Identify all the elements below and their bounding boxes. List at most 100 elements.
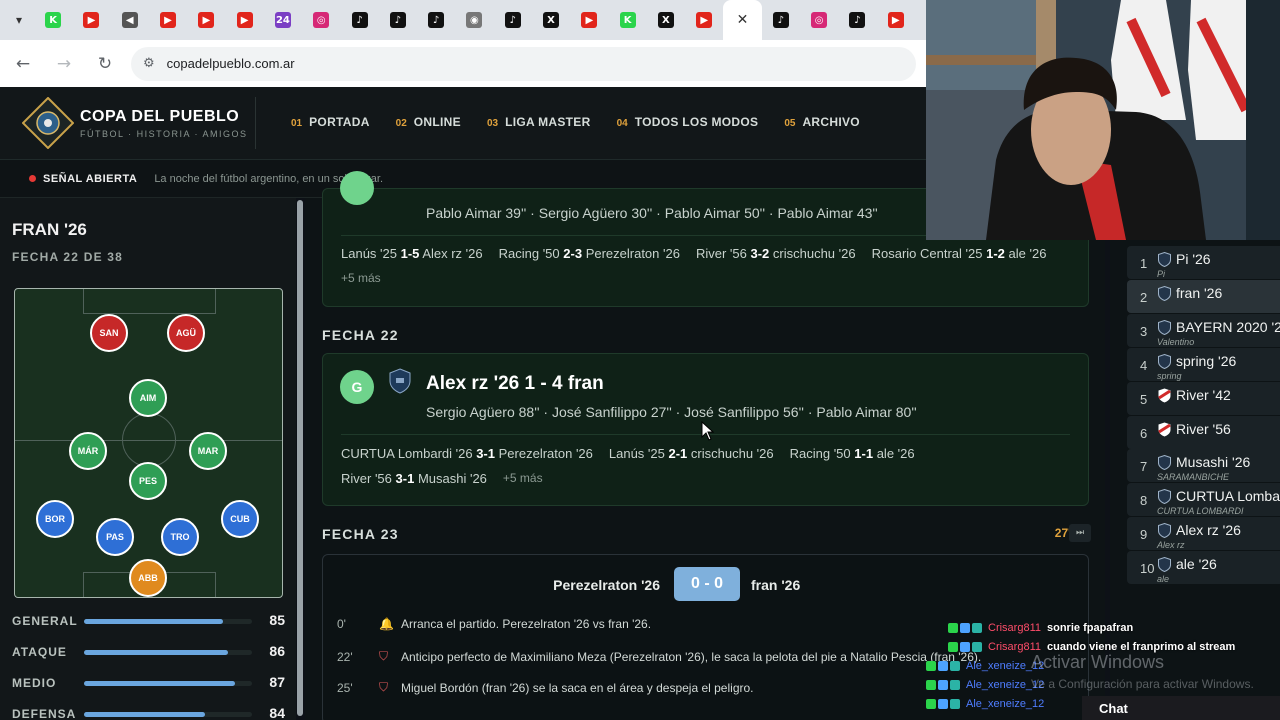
browser-tab[interactable]: ◀ [111, 0, 149, 40]
result-item[interactable]: Racing '50 2-3 Perezelraton '26 [499, 246, 680, 261]
browser-tab[interactable]: ✕ [723, 0, 762, 40]
standings-row[interactable]: 7 Musashi '26 SARAMANBICHE [1127, 449, 1280, 483]
player-token[interactable]: CUB [221, 500, 259, 538]
sub-badge-icon [960, 642, 970, 652]
player-token[interactable]: AIM [129, 379, 167, 417]
browser-tab[interactable]: ♪ [838, 0, 876, 40]
result-item[interactable]: River '56 3-1 Musashi '26 [341, 471, 487, 486]
nav-item-online[interactable]: 02 ONLINE [396, 115, 461, 129]
screen: ▾ K ▶ ◀ ▶ ▶ ▶ 24 ◎ ♪ ♪ ♪ ◉ ♪ X ▶ K X ▶ ✕ ♪ ◎ ♪ ▶ ← → ↻ ⚙ copad… [0, 0, 1280, 720]
result-score: 3-1 [395, 471, 415, 486]
chat-username[interactable]: Crisarg811 [988, 622, 1041, 634]
browser-tab[interactable]: ♪ [494, 0, 532, 40]
nav-item-liga-master[interactable]: 03 LIGA MASTER [487, 115, 591, 129]
result-item[interactable]: Racing '50 1-1 ale '26 [790, 446, 915, 461]
left-scrollbar[interactable] [297, 198, 303, 720]
forward-icon[interactable]: → [46, 46, 82, 82]
k-icon: K [619, 12, 636, 28]
brand-name[interactable]: COPA DEL PUEBLO [80, 108, 239, 126]
standings-row[interactable]: 8 CURTUA Lomba CURTUA LOMBARDI [1127, 483, 1280, 517]
browser-tab[interactable]: ▶ [72, 0, 110, 40]
tab-list: K ▶ ◀ ▶ ▶ ▶ 24 ◎ ♪ ♪ ♪ ◉ ♪ X ▶ K X ▶ ✕ ♪ ◎ ♪ ▶ [34, 0, 915, 40]
address-bar: ← → ↻ ⚙ copadelpueblo.com.ar [0, 40, 926, 87]
browser-tab[interactable]: ▶ [225, 0, 263, 40]
browser-tab[interactable]: ♪ [340, 0, 378, 40]
more-results-link[interactable]: +5 más [341, 271, 381, 285]
nav-item-label: ARCHIVO [802, 115, 860, 129]
standings-row[interactable]: 5 River '42 [1127, 381, 1280, 415]
live-score: 0 - 0 [674, 567, 740, 601]
nav-item-number: 04 [616, 118, 628, 129]
nav-item-label: LIGA MASTER [505, 115, 591, 129]
logo-icon[interactable] [22, 97, 74, 149]
team-shield-icon [1158, 319, 1171, 335]
event-text: Arranca el partido. Perezelraton '26 vs … [401, 617, 652, 631]
chat-username[interactable]: Ale_xeneize_12 [966, 698, 1044, 710]
x-icon: X [543, 12, 559, 28]
site-settings-icon[interactable]: ⚙ [143, 56, 155, 71]
result-item[interactable]: CURTUA Lombardi '26 3-1 Perezelraton '26 [341, 446, 593, 461]
live-home-team: Perezelraton '26 [553, 577, 660, 593]
browser-tab[interactable]: ♪ [417, 0, 455, 40]
skip-forward-button[interactable]: ⏭ [1069, 524, 1091, 542]
nav-item-archivo[interactable]: 05 ARCHIVO [784, 115, 860, 129]
standings-row[interactable]: 10 ale '26 ale [1127, 551, 1280, 585]
result-item[interactable]: Lanús '25 1-5 Alex rz '26 [341, 246, 483, 261]
result-item[interactable]: River '56 3-2 crischuchu '26 [696, 246, 856, 261]
browser-tab[interactable]: X [647, 0, 685, 40]
standings-position: 2 [1140, 289, 1148, 305]
standings-owner: spring [1157, 370, 1182, 381]
standings-row[interactable]: 9 Alex rz '26 Alex rz [1127, 517, 1280, 551]
youtube-icon: ▶ [236, 12, 253, 28]
standings-row[interactable]: 3 BAYERN 2020 '26 Valentino [1127, 313, 1280, 347]
browser-tab[interactable]: ▶ [877, 0, 915, 40]
browser-tab[interactable]: ▶ [149, 0, 187, 40]
browser-tab[interactable]: ▶ [570, 0, 608, 40]
kick-badge-icon [926, 699, 936, 709]
reload-icon[interactable]: ↻ [87, 46, 123, 82]
browser-tab[interactable]: K [34, 0, 72, 40]
player-token[interactable]: PES [129, 462, 167, 500]
standings-row[interactable]: 6 River '56 [1127, 415, 1280, 449]
player-token[interactable]: PAS [96, 518, 134, 556]
nav-item-todos-los-modos[interactable]: 04 TODOS LOS MODOS [617, 115, 759, 129]
browser-tab[interactable]: ♪ [762, 0, 800, 40]
fecha22-label: FECHA 22 [322, 327, 399, 343]
chat-button[interactable]: Chat [1082, 696, 1280, 720]
stat-row: ATAQUE 86 [12, 643, 285, 674]
browser-tab[interactable]: ♪ [379, 0, 417, 40]
nav-item-portada[interactable]: 01 PORTADA [291, 115, 370, 129]
result-item[interactable]: Lanús '25 2-1 crischuchu '26 [609, 446, 774, 461]
team-title: FRAN '26 [12, 220, 87, 239]
standings-row[interactable]: 1 Pi '26 Pi [1127, 246, 1280, 279]
url-field[interactable]: ⚙ copadelpueblo.com.ar [131, 46, 916, 81]
standings-team-name: ale '26 [1176, 556, 1217, 573]
tab-search-chevron-icon[interactable]: ▾ [4, 5, 34, 35]
browser-tab[interactable]: 24 [264, 0, 302, 40]
player-token[interactable]: BOR [36, 500, 74, 538]
player-token[interactable]: ABB [129, 559, 167, 597]
player-token[interactable]: SAN [90, 314, 128, 352]
browser-tab[interactable]: ◉ [455, 0, 493, 40]
browser-tab[interactable]: ◎ [302, 0, 340, 40]
player-token[interactable]: MÁR [69, 432, 107, 470]
left-scrollbar-thumb[interactable] [297, 200, 303, 716]
more-results-link[interactable]: +5 más [503, 471, 543, 496]
result-score: 1-5 [400, 246, 420, 261]
browser-tab[interactable]: X [532, 0, 570, 40]
header-divider [255, 97, 256, 149]
result-home: River '56 [341, 471, 392, 486]
browser-tab[interactable]: ◎ [800, 0, 838, 40]
browser-tab[interactable]: ▶ [685, 0, 723, 40]
player-token[interactable]: TRO [161, 518, 199, 556]
standings-position: 7 [1140, 459, 1148, 475]
player-token[interactable]: AGÜ [167, 314, 205, 352]
back-icon[interactable]: ← [5, 46, 41, 82]
result-item[interactable]: Rosario Central '25 1-2 ale '26 [872, 246, 1047, 261]
standings-row[interactable]: 2 fran '26 [1127, 279, 1280, 313]
standings-row[interactable]: 4 spring '26 spring [1127, 347, 1280, 381]
browser-tab[interactable]: ▶ [187, 0, 225, 40]
nav-item-number: 01 [291, 118, 303, 129]
player-token[interactable]: MAR [189, 432, 227, 470]
browser-tab[interactable]: K [608, 0, 646, 40]
